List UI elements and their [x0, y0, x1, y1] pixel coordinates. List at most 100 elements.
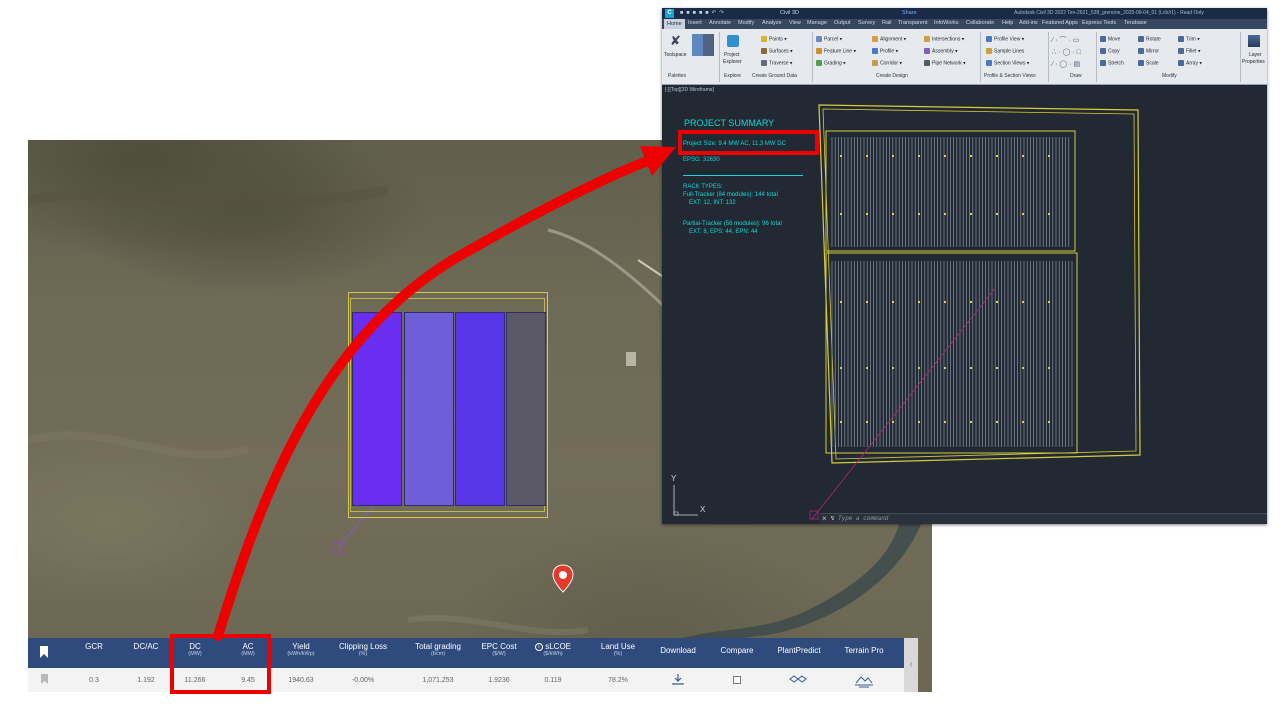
group-draw[interactable]: Draw — [1070, 73, 1082, 79]
profile-view-button[interactable]: Profile View ▾ — [986, 36, 1024, 42]
profile-button[interactable]: Profile ▾ — [872, 48, 898, 54]
points-button[interactable]: Points ▾ — [761, 36, 787, 42]
results-row[interactable]: 0.3 1.192 11.266 9.45 1940.63 -0.00% 1,0… — [28, 668, 904, 692]
inverter-marker — [918, 155, 920, 157]
project-explorer-icon[interactable] — [727, 35, 739, 47]
trim-button[interactable]: Trim ▾ — [1178, 36, 1200, 42]
tab-analyze[interactable]: Analyze — [762, 20, 782, 26]
location-pin-icon[interactable] — [552, 564, 574, 594]
feature-line-button[interactable]: Feature Line ▾ — [816, 48, 856, 54]
grading-button[interactable]: Grading ▾ — [816, 60, 846, 66]
array-block-2[interactable] — [404, 312, 454, 506]
tab-survey[interactable]: Survey — [858, 20, 875, 26]
traverse-button[interactable]: Traverse ▾ — [761, 60, 792, 66]
assembly-button[interactable]: Assembly ▾ — [924, 48, 958, 54]
layer-properties-button[interactable]: Layer — [1249, 52, 1262, 58]
cell-dcac: 1.192 — [137, 677, 155, 684]
palette-icons[interactable] — [692, 34, 714, 56]
surfaces-button[interactable]: Surfaces ▾ — [761, 48, 793, 54]
ribbon-separator — [1048, 32, 1049, 82]
tab-collaborate[interactable]: Collaborate — [966, 20, 994, 26]
command-line[interactable]: × ↯ Type a command — [820, 513, 1267, 524]
info-icon[interactable]: i — [534, 642, 543, 651]
project-explorer-button[interactable]: Project — [724, 52, 740, 58]
chevron-left-icon[interactable]: ‹ — [904, 638, 918, 692]
mirror-button[interactable]: Mirror — [1138, 48, 1159, 54]
results-table: GCR DC/AC DC (MW) AC (MW) Yield (kWh/kWp) C… — [28, 638, 904, 692]
tab-terabase[interactable]: Terabase — [1124, 20, 1147, 26]
bookmark-icon[interactable] — [40, 673, 49, 685]
share-button[interactable]: Share — [902, 10, 917, 16]
array-block-1[interactable] — [352, 312, 402, 506]
tab-add-ins[interactable]: Add-ins — [1019, 20, 1038, 26]
tab-view[interactable]: View — [789, 20, 801, 26]
stretch-button[interactable]: Stretch — [1100, 60, 1124, 66]
project-explorer-label-2[interactable]: Explorer — [723, 59, 742, 65]
close-icon[interactable]: × — [822, 514, 827, 523]
sample-lines-icon — [986, 48, 992, 54]
corridor-button[interactable]: Corridor ▾ — [872, 60, 902, 66]
rotate-button[interactable]: Rotate — [1138, 36, 1161, 42]
terrain-icon[interactable] — [854, 671, 874, 689]
tab-insert[interactable]: Insert — [688, 20, 702, 26]
compare-checkbox[interactable] — [733, 676, 741, 684]
cell-epc-cost: 1.9236 — [488, 677, 510, 684]
tab-annotate[interactable]: Annotate — [709, 20, 731, 26]
tab-infoworks[interactable]: InfoWorks — [934, 20, 959, 26]
tab-output[interactable]: Output — [834, 20, 851, 26]
section-views-icon — [986, 60, 992, 66]
header-gcr: GCR — [85, 642, 103, 651]
group-modify[interactable]: Modify — [1162, 73, 1177, 79]
ribbon-separator — [719, 32, 720, 82]
trim-icon — [1178, 36, 1184, 42]
tab-modify[interactable]: Modify — [738, 20, 754, 26]
tab-rail[interactable]: Rail — [882, 20, 891, 26]
array-block-3[interactable] — [455, 312, 505, 506]
inverter-marker — [840, 155, 842, 157]
pipe-network-button[interactable]: Pipe Network ▾ — [924, 60, 966, 66]
draw-tools[interactable]: ∕ · ⌒ · ▭ ∴ · ◯ · □ ∕ · ◯ · ▤ — [1052, 35, 1081, 71]
traverse-icon — [761, 60, 767, 66]
command-search-icon[interactable]: ↯ — [830, 515, 835, 522]
toolspace-button[interactable]: Toolspace — [664, 52, 687, 58]
group-profile-section-views: Profile & Section Views — [984, 73, 1036, 79]
fillet-button[interactable]: Fillet ▾ — [1178, 48, 1200, 54]
workspace-name[interactable]: Civil 3D — [780, 10, 799, 16]
inverter-marker — [866, 421, 868, 423]
command-input[interactable]: Type a command — [838, 515, 888, 522]
summary-rack-types: RACK TYPES: — [683, 184, 723, 190]
plantpredict-icon[interactable] — [788, 674, 808, 684]
summary-partial-tracker-detail: EXT: 8, EPS: 44, EPN: 44 — [689, 229, 758, 235]
tab-express-tools[interactable]: Express Tools — [1082, 20, 1116, 26]
group-create-ground-data[interactable]: Create Ground Data — [752, 73, 797, 79]
parcel-button[interactable]: Parcel ▾ — [816, 36, 842, 42]
tab-featured-apps[interactable]: Featured Apps — [1042, 20, 1078, 26]
ribbon-separator — [980, 32, 981, 82]
inverter-marker — [1048, 213, 1050, 215]
intersections-button[interactable]: Intersections ▾ — [924, 36, 964, 42]
array-block-4[interactable] — [506, 312, 546, 506]
tab-transparent[interactable]: Transparent — [898, 20, 927, 26]
layer-properties-label-2[interactable]: Properties — [1242, 59, 1265, 65]
bookmark-icon[interactable] — [39, 645, 49, 659]
copy-button[interactable]: Copy — [1100, 48, 1120, 54]
alignment-button[interactable]: Alignment ▾ — [872, 36, 906, 42]
layer-properties-icon[interactable] — [1248, 35, 1260, 47]
toolspace-icon[interactable]: ✘ — [670, 34, 684, 48]
move-button[interactable]: Move — [1100, 36, 1120, 42]
group-palettes[interactable]: Palettes — [668, 73, 686, 79]
tab-help[interactable]: Help — [1002, 20, 1013, 26]
section-views-button[interactable]: Section Views ▾ — [986, 60, 1029, 66]
sample-lines-button[interactable]: Sample Lines — [986, 48, 1024, 54]
quick-access-toolbar[interactable]: ■■■■■↶↷ — [680, 10, 727, 16]
inverter-marker — [944, 367, 946, 369]
header-total-grading: Total grading (bcm) — [415, 642, 461, 657]
tab-manage[interactable]: Manage — [807, 20, 827, 26]
download-icon[interactable] — [672, 673, 684, 685]
inverter-marker — [944, 213, 946, 215]
array-button[interactable]: Array ▾ — [1178, 60, 1202, 66]
tab-home[interactable]: Home — [664, 19, 685, 29]
scale-button[interactable]: Scale — [1138, 60, 1159, 66]
group-create-design[interactable]: Create Design — [876, 73, 908, 79]
inverter-marker — [866, 301, 868, 303]
